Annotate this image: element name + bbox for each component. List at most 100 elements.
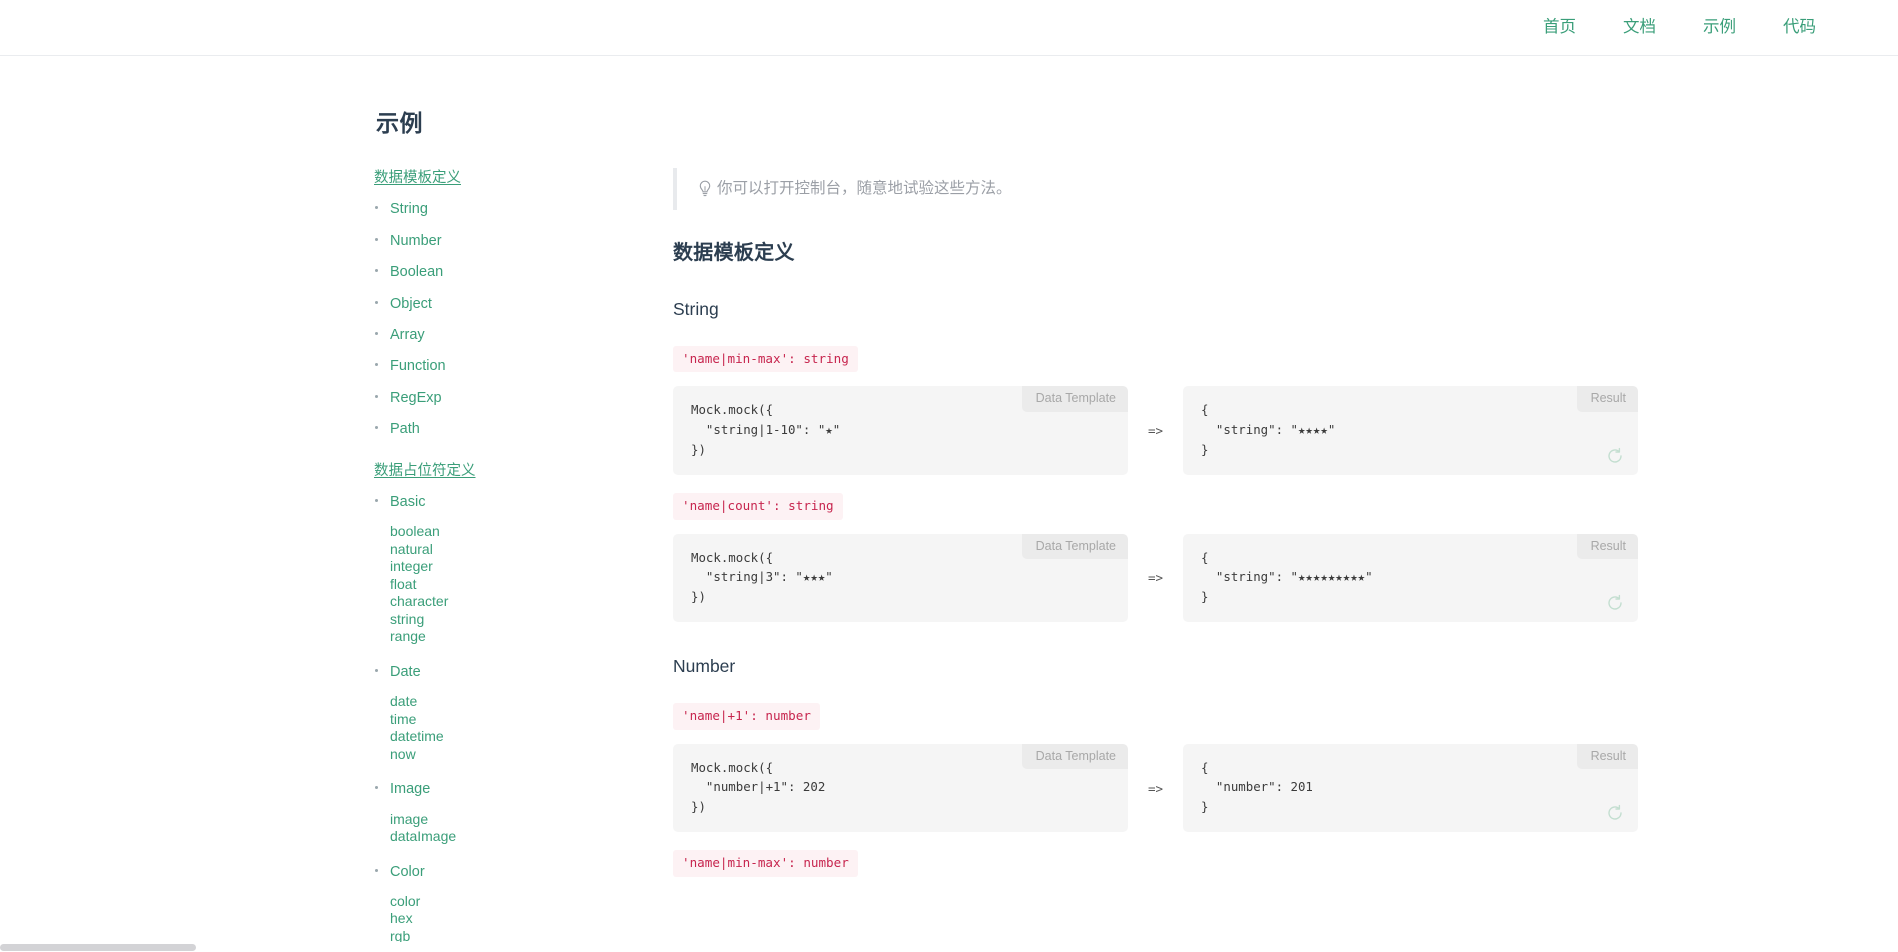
list-item[interactable]: dataImage [390, 828, 574, 846]
sidebar-sublink-dataimage[interactable]: dataImage [390, 828, 456, 845]
bullet-icon [375, 363, 378, 367]
bullet-icon [375, 331, 378, 335]
sidebar-link-image[interactable]: Image [390, 781, 430, 797]
sidebar-link-path[interactable]: Path [390, 421, 420, 437]
sidebar-sublink-range[interactable]: range [390, 628, 426, 645]
sidebar-sublink-integer[interactable]: integer [390, 558, 433, 575]
list-item[interactable]: now [390, 746, 574, 764]
list-item[interactable]: hex [390, 910, 574, 928]
sidebar-link-color[interactable]: Color [390, 864, 425, 880]
nav-item-code[interactable]: 代码 [1783, 19, 1816, 36]
sidebar-link-date[interactable]: Date [390, 664, 421, 680]
arrow-glyph: => [1147, 423, 1164, 439]
sidebar-heading-data-template[interactable]: 数据模板定义 [374, 170, 574, 187]
subsection-heading-string: String [673, 299, 719, 319]
example-block: 'name|min-max': string Data Template Moc… [673, 346, 1834, 476]
bullet-icon [375, 426, 378, 430]
sidebar-item-basic[interactable]: Basic [374, 492, 574, 511]
list-item[interactable]: image [390, 811, 574, 829]
sidebar-sublink-now[interactable]: now [390, 746, 416, 763]
data-template-panel[interactable]: Data Template Mock.mock({ "string|1-10":… [673, 386, 1128, 476]
list-item[interactable]: time [390, 711, 574, 729]
sidebar-item-number[interactable]: Number [374, 231, 574, 250]
sidebar-sublink-datetime[interactable]: datetime [390, 728, 444, 745]
signature-label: 'name|+1': number [673, 703, 820, 730]
refresh-icon[interactable] [1606, 447, 1624, 465]
sidebar-sublink-image[interactable]: image [390, 811, 428, 828]
nav-item-examples[interactable]: 示例 [1703, 19, 1736, 36]
sidebar-sublink-character[interactable]: character [390, 593, 448, 610]
main-content: 你可以打开控制台，随意地试验这些方法。 数据模板定义 String 'name|… [574, 168, 1874, 891]
nav-item-docs[interactable]: 文档 [1623, 19, 1656, 36]
sidebar-link-array[interactable]: Array [390, 327, 425, 343]
sidebar-sublist-image: image dataImage [374, 811, 574, 846]
sidebar-link-basic[interactable]: Basic [390, 494, 425, 510]
subsection-heading-number: Number [673, 656, 736, 677]
bullet-icon [375, 498, 378, 502]
refresh-icon[interactable] [1606, 594, 1624, 612]
sidebar-item-boolean[interactable]: Boolean [374, 262, 574, 281]
sidebar-link-object[interactable]: Object [390, 296, 432, 312]
data-template-panel[interactable]: Data Template Mock.mock({ "string|3": "★… [673, 533, 1128, 623]
bullet-icon [375, 269, 378, 273]
example-block: 'name|+1': number Data Template Mock.moc… [673, 703, 1834, 833]
content-wrapper: 数据模板定义 String Number Boolean Object Arra… [0, 168, 1898, 952]
sidebar-sublink-date[interactable]: date [390, 693, 417, 710]
sidebar-link-number[interactable]: Number [390, 233, 442, 249]
result-panel: Result { "string": "★★★★" } [1183, 386, 1638, 476]
list-item[interactable]: natural [390, 541, 574, 559]
list-item[interactable]: datetime [390, 728, 574, 746]
sidebar-list-group2: Basic boolean natural integer float char… [374, 492, 574, 946]
sidebar-link-function[interactable]: Function [390, 358, 446, 374]
sidebar-sublink-float[interactable]: float [390, 576, 416, 593]
list-item[interactable]: date [390, 693, 574, 711]
sidebar-item-string[interactable]: String [374, 199, 574, 218]
sidebar-sublink-boolean[interactable]: boolean [390, 523, 440, 540]
sidebar-item-object[interactable]: Object [374, 294, 574, 313]
nav-item-home[interactable]: 首页 [1543, 19, 1576, 36]
sidebar-sublink-string[interactable]: string [390, 611, 424, 628]
list-item[interactable]: character [390, 593, 574, 611]
signature-label: 'name|count': string [673, 493, 843, 520]
list-item[interactable]: string [390, 611, 574, 629]
sidebar-item-path[interactable]: Path [374, 419, 574, 438]
bullet-icon [375, 300, 378, 304]
horizontal-scrollbar-thumb[interactable] [0, 944, 196, 951]
sidebar-link-boolean[interactable]: Boolean [390, 264, 443, 280]
arrow-glyph: => [1147, 780, 1164, 796]
sidebar-item-color[interactable]: Color [374, 862, 574, 881]
example-block: 'name|count': string Data Template Mock.… [673, 493, 1834, 623]
bullet-icon [375, 237, 378, 241]
sidebar: 数据模板定义 String Number Boolean Object Arra… [374, 168, 574, 952]
tip-text: 你可以打开控制台，随意地试验这些方法。 [717, 180, 1012, 198]
horizontal-scrollbar[interactable] [0, 942, 1898, 952]
arrow-glyph: => [1147, 570, 1164, 586]
refresh-icon[interactable] [1606, 804, 1624, 822]
sidebar-sublink-hex[interactable]: hex [390, 910, 413, 927]
list-item[interactable]: color [390, 893, 574, 911]
sidebar-sublink-natural[interactable]: natural [390, 541, 433, 558]
list-item[interactable]: boolean [390, 523, 574, 541]
data-template-panel[interactable]: Data Template Mock.mock({ "number|+1": 2… [673, 743, 1128, 833]
sidebar-sublink-time[interactable]: time [390, 711, 416, 728]
sidebar-item-function[interactable]: Function [374, 356, 574, 375]
sidebar-item-regexp[interactable]: RegExp [374, 388, 574, 407]
page-inner: 示例 数据模板定义 String Number Boolean Object A… [0, 56, 1898, 952]
example-block: 'name|min-max': number [673, 850, 1834, 890]
list-item[interactable]: float [390, 576, 574, 594]
page-container: 示例 数据模板定义 String Number Boolean Object A… [0, 56, 1898, 952]
bullet-icon [375, 868, 378, 872]
sidebar-sublink-color[interactable]: color [390, 893, 420, 910]
signature-label: 'name|min-max': string [673, 346, 858, 373]
list-item[interactable]: integer [390, 558, 574, 576]
panel-tag-result: Result [1576, 533, 1638, 559]
sidebar-link-string[interactable]: String [390, 201, 428, 217]
lightbulb-icon [697, 180, 713, 198]
sidebar-heading-placeholder[interactable]: 数据占位符定义 [374, 463, 574, 480]
sidebar-item-image[interactable]: Image [374, 779, 574, 798]
sidebar-item-date[interactable]: Date [374, 662, 574, 681]
sidebar-item-array[interactable]: Array [374, 325, 574, 344]
example-row: Data Template Mock.mock({ "number|+1": 2… [673, 743, 1834, 833]
sidebar-link-regexp[interactable]: RegExp [390, 390, 442, 406]
list-item[interactable]: range [390, 628, 574, 646]
